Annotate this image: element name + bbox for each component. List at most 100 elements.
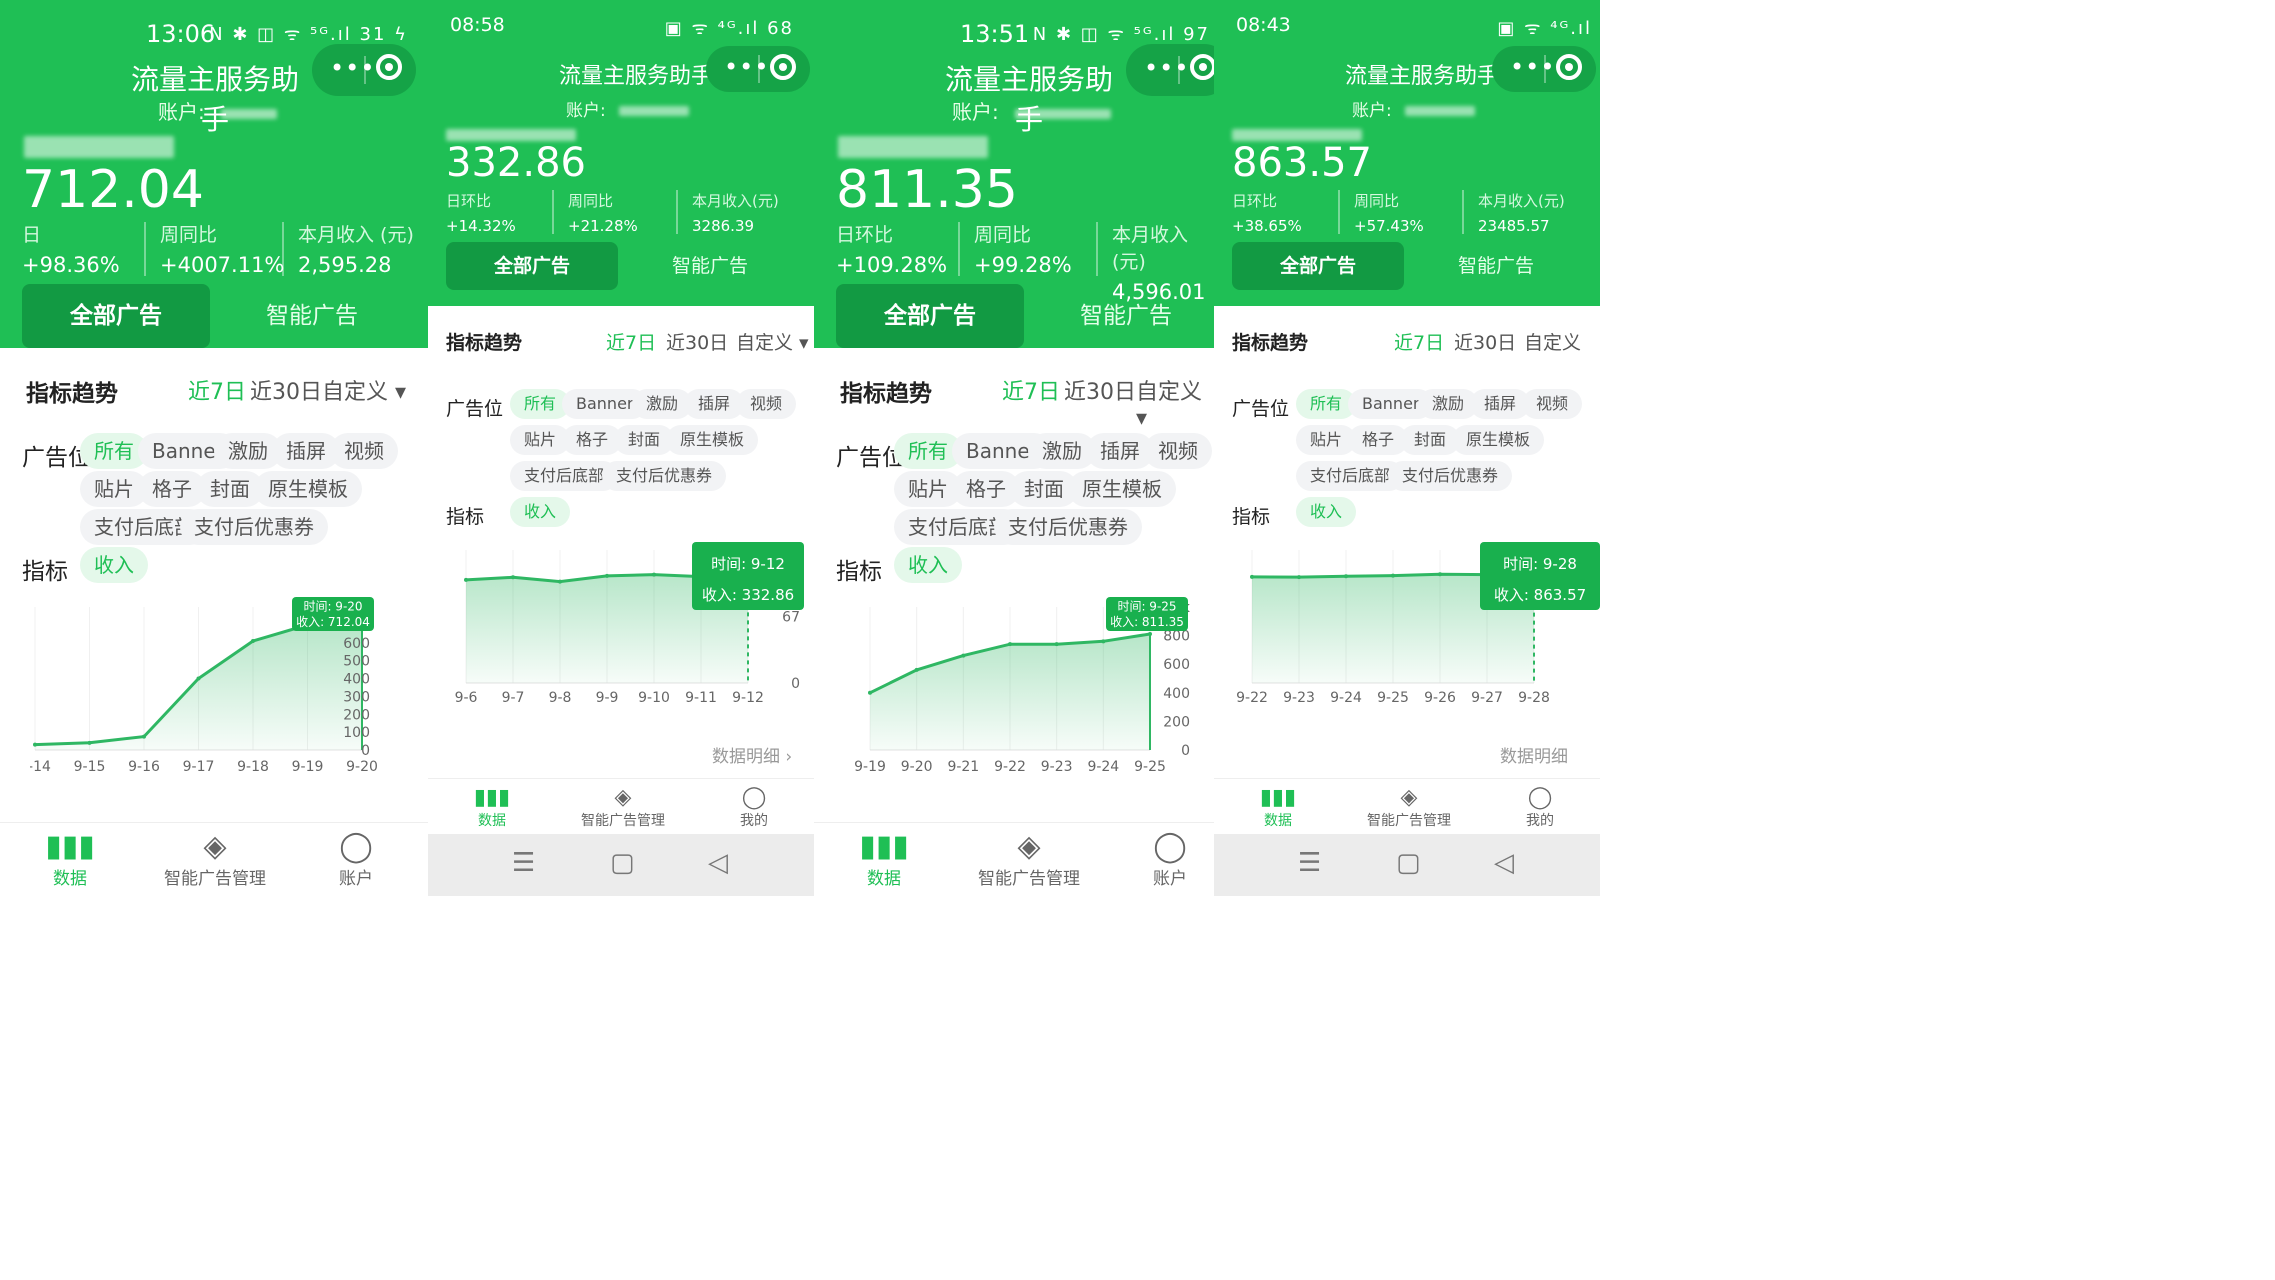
slot-chip-video[interactable]: 视频 bbox=[1144, 433, 1212, 469]
more-icon[interactable]: ••• bbox=[724, 53, 769, 81]
slot-chip-all[interactable]: 所有 bbox=[1296, 389, 1357, 419]
tab-all-ads[interactable]: 全部广告 bbox=[446, 242, 618, 290]
tab-smart-ads[interactable]: 智能广告 bbox=[1410, 242, 1582, 290]
close-miniapp-icon[interactable] bbox=[770, 54, 796, 80]
range-7d[interactable]: 近7日 bbox=[1002, 374, 1060, 406]
slot-chip-native[interactable]: 原生模板 bbox=[1452, 425, 1545, 455]
tooltip-income: 收入: 712.04 bbox=[296, 615, 370, 629]
slot-chip-reward[interactable]: 激励 bbox=[1418, 389, 1479, 419]
data-point bbox=[605, 573, 609, 578]
back-icon[interactable]: ◁ bbox=[708, 848, 728, 878]
nav-mine[interactable]: ◯ 我的 bbox=[1500, 785, 1580, 830]
slot-chip-interstitial[interactable]: 插屏 bbox=[684, 389, 745, 419]
trend-header: 指标趋势 近7日 近30日 自定义 bbox=[1214, 310, 1600, 374]
tab-smart-ads[interactable]: 智能广告 bbox=[1032, 284, 1214, 348]
tab-smart-ads[interactable]: 智能广告 bbox=[218, 284, 406, 348]
back-icon[interactable]: ◁ bbox=[1494, 848, 1514, 878]
home-icon[interactable]: ▢ bbox=[610, 848, 635, 878]
x-tick-label: 9-9 bbox=[596, 690, 619, 706]
close-miniapp-icon[interactable] bbox=[376, 54, 402, 80]
tooltip-time: 时间: 9-28 bbox=[1503, 555, 1577, 573]
more-icon[interactable]: ••• bbox=[1510, 53, 1555, 81]
x-tick-label: 9-27 bbox=[1471, 690, 1503, 706]
data-detail-link[interactable]: 数据明细 bbox=[1500, 742, 1568, 767]
miniapp-capsule[interactable]: ••• bbox=[706, 46, 810, 92]
slot-chip-native[interactable]: 原生模板 bbox=[666, 425, 759, 455]
status-time: 13:06 bbox=[146, 20, 216, 48]
menu-icon[interactable]: ☰ bbox=[512, 848, 535, 878]
nav-data[interactable]: ▮▮▮ 数据 bbox=[452, 785, 532, 830]
tab-all-ads[interactable]: 全部广告 bbox=[836, 284, 1024, 348]
slot-chip-interstitial[interactable]: 插屏 bbox=[1470, 389, 1531, 419]
nav-data[interactable]: ▮▮▮ 数据 bbox=[30, 829, 110, 889]
slot-chip-cover[interactable]: 封面 bbox=[1400, 425, 1461, 455]
slot-chip-pay-coupon[interactable]: 支付后优惠券 bbox=[994, 509, 1142, 545]
account-row[interactable]: 账户: bbox=[952, 96, 1112, 125]
range-30d[interactable]: 近30日 bbox=[1064, 374, 1136, 406]
miniapp-capsule[interactable]: ••• bbox=[312, 44, 416, 96]
slot-chip-video[interactable]: 视频 bbox=[1522, 389, 1583, 419]
slot-label: 广告位 bbox=[1232, 398, 1290, 420]
account-row[interactable]: 账户: bbox=[158, 96, 278, 125]
nav-data[interactable]: ▮▮▮ 数据 bbox=[1238, 785, 1318, 830]
nav-account[interactable]: ◯ 账户 bbox=[1130, 829, 1210, 889]
nav-ad-manage[interactable]: ◈ 智能广告管理 bbox=[1354, 785, 1464, 830]
nav-account[interactable]: ◯ 账户 bbox=[316, 829, 396, 889]
account-row[interactable]: 账户: bbox=[566, 96, 690, 121]
nav-mine[interactable]: ◯ 我的 bbox=[714, 785, 794, 830]
tab-all-ads[interactable]: 全部广告 bbox=[22, 284, 210, 348]
slot-chip-all[interactable]: 所有 bbox=[510, 389, 571, 419]
more-icon[interactable]: ••• bbox=[1144, 54, 1189, 82]
slot-chip-cover[interactable]: 封面 bbox=[614, 425, 675, 455]
metric-label: 指标 bbox=[22, 559, 68, 585]
miniapp-capsule[interactable]: ••• bbox=[1126, 44, 1214, 96]
slot-chip-reward[interactable]: 激励 bbox=[632, 389, 693, 419]
range-custom[interactable]: 自定义 bbox=[1524, 328, 1581, 355]
nav-ad-manage[interactable]: ◈ 智能广告管理 bbox=[160, 829, 270, 889]
range-7d[interactable]: 近7日 bbox=[1394, 328, 1444, 355]
more-icon[interactable]: ••• bbox=[330, 54, 375, 82]
slot-chip-patch[interactable]: 贴片 bbox=[510, 425, 571, 455]
slot-chip-patch[interactable]: 贴片 bbox=[1296, 425, 1357, 455]
metric-label: 指标 bbox=[446, 506, 485, 528]
tab-smart-ads[interactable]: 智能广告 bbox=[624, 242, 796, 290]
range-30d[interactable]: 近30日 bbox=[1454, 328, 1516, 355]
slot-chip-pay-coupon[interactable]: 支付后优惠券 bbox=[180, 509, 328, 545]
slot-chip-video[interactable]: 视频 bbox=[330, 433, 398, 469]
data-detail-link[interactable]: 数据明细 › bbox=[712, 742, 792, 767]
data-point bbox=[1008, 642, 1012, 647]
slot-chip-grid[interactable]: 格子 bbox=[562, 425, 623, 455]
range-30d[interactable]: 近30日 bbox=[250, 374, 322, 406]
range-7d[interactable]: 近7日 bbox=[606, 328, 656, 355]
account-row[interactable]: 账户: bbox=[1352, 96, 1476, 121]
slot-chip-native[interactable]: 原生模板 bbox=[254, 471, 362, 507]
status-icons: N ✱ ◫ ᯤ ⁵ᴳ.ıl 31 ϟ bbox=[209, 24, 408, 45]
close-miniapp-icon[interactable] bbox=[1190, 54, 1214, 80]
metric-chip-income[interactable]: 收入 bbox=[80, 547, 148, 583]
bottom-nav: ▮▮▮ 数据 ◈ 智能广告管理 ◯ 我的 bbox=[1214, 778, 1600, 835]
miniapp-capsule[interactable]: ••• bbox=[1492, 46, 1596, 92]
range-30d[interactable]: 近30日 bbox=[666, 328, 728, 355]
slot-chip-pay-coupon[interactable]: 支付后优惠券 bbox=[1388, 461, 1513, 491]
metric-chip-income[interactable]: 收入 bbox=[510, 497, 571, 527]
slot-chip-video[interactable]: 视频 bbox=[736, 389, 797, 419]
range-custom[interactable]: 自定义 ▾ bbox=[322, 374, 406, 406]
nav-data[interactable]: ▮▮▮ 数据 bbox=[844, 829, 924, 889]
range-7d[interactable]: 近7日 bbox=[188, 374, 246, 406]
range-custom[interactable]: 自定义 ▾ bbox=[1136, 374, 1214, 431]
slot-chip-native[interactable]: 原生模板 bbox=[1068, 471, 1176, 507]
home-icon[interactable]: ▢ bbox=[1396, 848, 1421, 878]
metric-chip-income[interactable]: 收入 bbox=[894, 547, 962, 583]
status-time: 08:43 bbox=[1236, 14, 1291, 36]
menu-icon[interactable]: ☰ bbox=[1298, 848, 1321, 878]
metric-chip-income[interactable]: 收入 bbox=[1296, 497, 1357, 527]
range-custom[interactable]: 自定义 ▾ bbox=[736, 328, 809, 355]
nav-ad-manage[interactable]: ◈ 智能广告管理 bbox=[568, 785, 678, 830]
tooltip-time: 时间: 9-12 bbox=[711, 555, 785, 573]
close-miniapp-icon[interactable] bbox=[1556, 54, 1582, 80]
trend-header: 指标趋势 近7日 近30日 自定义 ▾ bbox=[814, 356, 1214, 431]
nav-ad-manage[interactable]: ◈ 智能广告管理 bbox=[974, 829, 1084, 889]
slot-chip-pay-coupon[interactable]: 支付后优惠券 bbox=[602, 461, 727, 491]
tab-all-ads[interactable]: 全部广告 bbox=[1232, 242, 1404, 290]
slot-chip-grid[interactable]: 格子 bbox=[1348, 425, 1409, 455]
